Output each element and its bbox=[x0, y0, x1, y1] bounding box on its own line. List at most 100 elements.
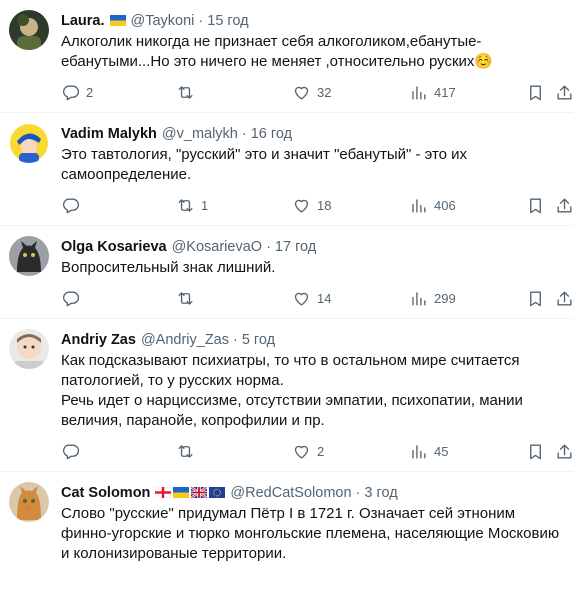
views-count: 45 bbox=[434, 443, 449, 459]
tweet-text: Слово "русские" придумал Пётр I в 1721 г… bbox=[61, 504, 563, 564]
share-icon bbox=[557, 290, 572, 306]
like-count: 14 bbox=[317, 290, 332, 306]
share-button[interactable] bbox=[555, 196, 573, 215]
eu-flag-icon bbox=[209, 487, 226, 498]
tweet-paragraph: Алкоголик никогда не признает себя алког… bbox=[61, 33, 494, 70]
bookmark-button[interactable] bbox=[526, 289, 545, 308]
separator-dot: · bbox=[198, 12, 204, 29]
ukraine-flag-icon bbox=[109, 15, 126, 26]
tweet[interactable]: Laura. @Taykoni · 15 год Алкоголик никог… bbox=[0, 0, 573, 113]
bookmark-icon bbox=[530, 290, 541, 306]
tweet-paragraph: Слово "русские" придумал Пётр I в 1721 г… bbox=[61, 505, 560, 562]
bookmark-button[interactable] bbox=[526, 196, 545, 215]
views-button[interactable]: 417 bbox=[409, 83, 456, 102]
tweet[interactable]: Vadim Malykh @v_malykh · 16 год Это тавт… bbox=[0, 113, 573, 226]
like-count: 18 bbox=[317, 197, 332, 213]
reply-icon bbox=[62, 84, 80, 100]
author-name[interactable]: Olga Kosarieva bbox=[61, 239, 167, 255]
action-bar: 2 45 bbox=[0, 431, 572, 471]
like-button[interactable]: 2 bbox=[292, 442, 324, 461]
share-button[interactable] bbox=[555, 83, 573, 102]
tweet-text: Вопросительный знак лишний. bbox=[61, 258, 563, 278]
like-count: 32 bbox=[317, 84, 332, 100]
uk-flag-icon bbox=[191, 487, 208, 498]
views-button[interactable]: 406 bbox=[409, 196, 456, 215]
tweet[interactable]: Andriy Zas @Andriy_Zas · 5 год Как подск… bbox=[0, 319, 573, 472]
tweet[interactable]: Olga Kosarieva @KosarievaO · 17 год Вопр… bbox=[0, 226, 573, 319]
author-handle[interactable]: @Taykoni bbox=[131, 13, 195, 29]
tweet-paragraph: Речь идет о нарциссизме, отсутствии эмпа… bbox=[61, 392, 523, 429]
like-icon bbox=[294, 86, 309, 100]
author-handle[interactable]: @KosarievaO bbox=[172, 239, 262, 255]
name-flags bbox=[109, 15, 126, 26]
bookmark-icon bbox=[530, 443, 541, 459]
timestamp[interactable]: 3 год bbox=[364, 485, 397, 501]
action-bar: 1 18 406 bbox=[0, 185, 572, 225]
retweet-button[interactable]: 1 bbox=[176, 196, 208, 215]
timestamp[interactable]: 15 год bbox=[207, 13, 248, 29]
tweet-paragraph: Как подсказывают психиатры, то что в ост… bbox=[61, 352, 520, 389]
author-name[interactable]: Laura. bbox=[61, 13, 105, 29]
bookmark-button[interactable] bbox=[526, 442, 545, 461]
retweet-button[interactable] bbox=[176, 83, 201, 102]
like-count: 2 bbox=[317, 443, 325, 459]
separator-dot: · bbox=[241, 125, 247, 142]
share-button[interactable] bbox=[555, 442, 573, 461]
tweet-text: Это тавтология, "русский" это и значит "… bbox=[61, 145, 563, 185]
reply-count: 2 bbox=[86, 84, 94, 100]
views-icon bbox=[412, 198, 426, 213]
like-button[interactable]: 14 bbox=[292, 289, 331, 308]
action-bar: 2 32 417 bbox=[0, 72, 572, 112]
reply-button[interactable] bbox=[61, 196, 86, 215]
reply-icon bbox=[62, 443, 80, 459]
like-icon bbox=[294, 292, 309, 306]
author-name[interactable]: Cat Solomon bbox=[61, 485, 150, 501]
retweet-icon bbox=[178, 444, 193, 458]
author-handle[interactable]: @v_malykh bbox=[162, 126, 238, 142]
bookmark-button[interactable] bbox=[526, 83, 545, 102]
author-name[interactable]: Andriy Zas bbox=[61, 332, 136, 348]
separator-dot: · bbox=[266, 238, 271, 255]
action-bar: 14 299 bbox=[0, 278, 572, 318]
avatar[interactable] bbox=[9, 123, 49, 163]
tweet-paragraph: Вопросительный знак лишний. bbox=[61, 259, 276, 276]
views-count: 406 bbox=[434, 197, 456, 213]
like-icon bbox=[294, 445, 309, 459]
views-icon bbox=[412, 291, 426, 306]
retweet-icon bbox=[178, 291, 193, 305]
views-button[interactable]: 45 bbox=[409, 442, 448, 461]
like-button[interactable]: 18 bbox=[292, 196, 331, 215]
like-button[interactable]: 32 bbox=[292, 83, 331, 102]
bookmark-icon bbox=[530, 197, 541, 213]
share-icon bbox=[557, 84, 572, 100]
share-button[interactable] bbox=[555, 289, 573, 308]
author-handle[interactable]: @Andriy_Zas bbox=[141, 332, 229, 348]
share-icon bbox=[557, 443, 572, 459]
author-handle[interactable]: @RedCatSolomon bbox=[230, 485, 351, 501]
reply-button[interactable] bbox=[61, 289, 86, 308]
author-name[interactable]: Vadim Malykh bbox=[61, 126, 157, 142]
avatar[interactable] bbox=[9, 482, 49, 522]
reply-button[interactable]: 2 bbox=[61, 83, 93, 102]
reply-button[interactable] bbox=[61, 442, 86, 461]
retweet-icon bbox=[178, 198, 193, 212]
views-button[interactable]: 299 bbox=[409, 289, 456, 308]
timestamp[interactable]: 17 год bbox=[275, 239, 316, 255]
retweet-button[interactable] bbox=[176, 442, 201, 461]
avatar[interactable] bbox=[9, 10, 49, 50]
bookmark-icon bbox=[530, 84, 541, 100]
avatar[interactable] bbox=[9, 236, 49, 276]
separator-dot: · bbox=[355, 484, 361, 501]
retweet-count: 1 bbox=[201, 197, 209, 213]
reply-feed: Laura. @Taykoni · 15 год Алкоголик никог… bbox=[0, 0, 573, 564]
retweet-icon bbox=[178, 85, 193, 99]
share-icon bbox=[557, 197, 572, 213]
avatar[interactable] bbox=[9, 329, 49, 369]
tweet-text: Алкоголик никогда не признает себя алког… bbox=[61, 32, 563, 72]
timestamp[interactable]: 16 год bbox=[251, 126, 292, 142]
retweet-button[interactable] bbox=[176, 289, 201, 308]
views-count: 417 bbox=[434, 84, 456, 100]
timestamp[interactable]: 5 год bbox=[242, 332, 275, 348]
separator-dot: · bbox=[233, 331, 238, 348]
tweet[interactable]: Cat Solomon @RedCatSolomon · 3 год Слово… bbox=[0, 472, 573, 564]
